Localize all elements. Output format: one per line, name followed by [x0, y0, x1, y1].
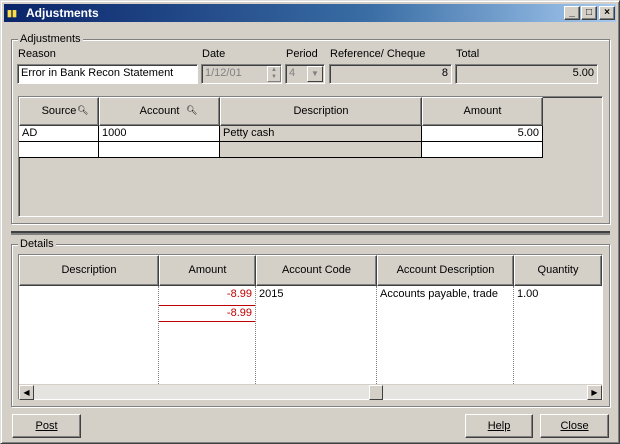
details-header-description-label: Description [61, 264, 117, 276]
scrollbar-thumb[interactable] [369, 385, 383, 400]
chevron-down-icon[interactable]: ▼ [307, 66, 323, 82]
close-button[interactable]: Close [540, 414, 609, 438]
details-horizontal-scrollbar[interactable]: ◀ ▶ [19, 384, 602, 400]
minimize-button[interactable]: _ [564, 6, 580, 20]
details-header-quantity-label: Quantity [537, 264, 579, 276]
date-label: Date [202, 48, 226, 60]
grid-cell-account[interactable] [99, 142, 220, 158]
grid-header-account-label: Account [139, 105, 180, 117]
total-label: Total [456, 48, 480, 60]
details-header-account-description-label: Account Description [396, 264, 495, 276]
reason-input[interactable]: Error in Bank Recon Statement [17, 64, 198, 84]
period-label: Period [286, 48, 318, 60]
lookup-icon[interactable]: 🔍︎ [186, 105, 197, 116]
details-header-amount-label: Amount [188, 264, 227, 276]
details-header-amount[interactable]: Amount [159, 255, 256, 286]
maximize-button[interactable]: □ [581, 6, 597, 20]
grid-cell-account[interactable]: 1000 [99, 126, 220, 142]
app-icon: ▮▮ [7, 8, 17, 18]
help-button-label: Help [487, 420, 511, 432]
close-window-button[interactable]: × [599, 6, 615, 20]
reason-label: Reason [18, 48, 56, 60]
grid-header-description[interactable]: Description [220, 97, 422, 126]
grid-cell-source[interactable] [19, 142, 99, 158]
adjustments-group-label: Adjustments [18, 33, 83, 45]
window-title: Adjustments [26, 6, 99, 20]
grid-cell-description [220, 142, 422, 158]
scroll-left-icon[interactable]: ◀ [19, 385, 34, 400]
details-cell-description[interactable] [19, 287, 159, 303]
panel-splitter[interactable] [11, 231, 610, 235]
details-cell-account-code[interactable]: 2015 [256, 287, 377, 303]
grid-header-amount-label: Amount [463, 105, 502, 117]
details-header-description[interactable]: Description [19, 255, 159, 286]
lookup-icon[interactable]: 🔍︎ [77, 105, 88, 116]
details-header-account-description[interactable]: Account Description [377, 255, 514, 286]
grid-header-amount[interactable]: Amount [422, 97, 543, 126]
close-button-label: Close [560, 420, 589, 432]
help-button[interactable]: Help [465, 414, 533, 438]
post-button-label: Post [35, 420, 58, 432]
details-amount-subtotal: -8.99 [159, 306, 255, 322]
grid-cell-description: Petty cash [220, 126, 422, 142]
details-cell-amount[interactable]: -8.99 [159, 287, 255, 303]
details-group-label: Details [18, 238, 56, 250]
details-header-quantity[interactable]: Quantity [514, 255, 602, 286]
details-header-account-code-label: Account Code [281, 264, 352, 276]
grid-header-account[interactable]: Account [99, 97, 220, 126]
details-header-account-code[interactable]: Account Code [256, 255, 377, 286]
scroll-right-icon[interactable]: ▶ [587, 385, 602, 400]
reference-label: Reference/ Cheque [330, 48, 426, 60]
grid-header-description-label: Description [293, 105, 349, 117]
grid-header-source-label: Source [41, 105, 77, 117]
total-field: 5.00 [455, 64, 598, 84]
title-bar[interactable]: ▮▮ Adjustments _ □ × [4, 4, 616, 22]
post-button[interactable]: Post [12, 414, 81, 438]
details-cell-quantity[interactable]: 1.00 [514, 287, 602, 303]
details-cell-account-description: Accounts payable, trade [380, 288, 499, 300]
adjustments-window: ▮▮ Adjustments _ □ × Adjustments Reason … [0, 0, 620, 444]
grid-cell-source[interactable]: AD [19, 126, 99, 142]
grid-cell-amount[interactable] [422, 142, 543, 158]
reference-field: 8 [329, 64, 452, 84]
grid-cell-amount[interactable]: 5.00 [422, 126, 543, 142]
date-spinner[interactable]: ▲ ▼ [267, 66, 281, 82]
